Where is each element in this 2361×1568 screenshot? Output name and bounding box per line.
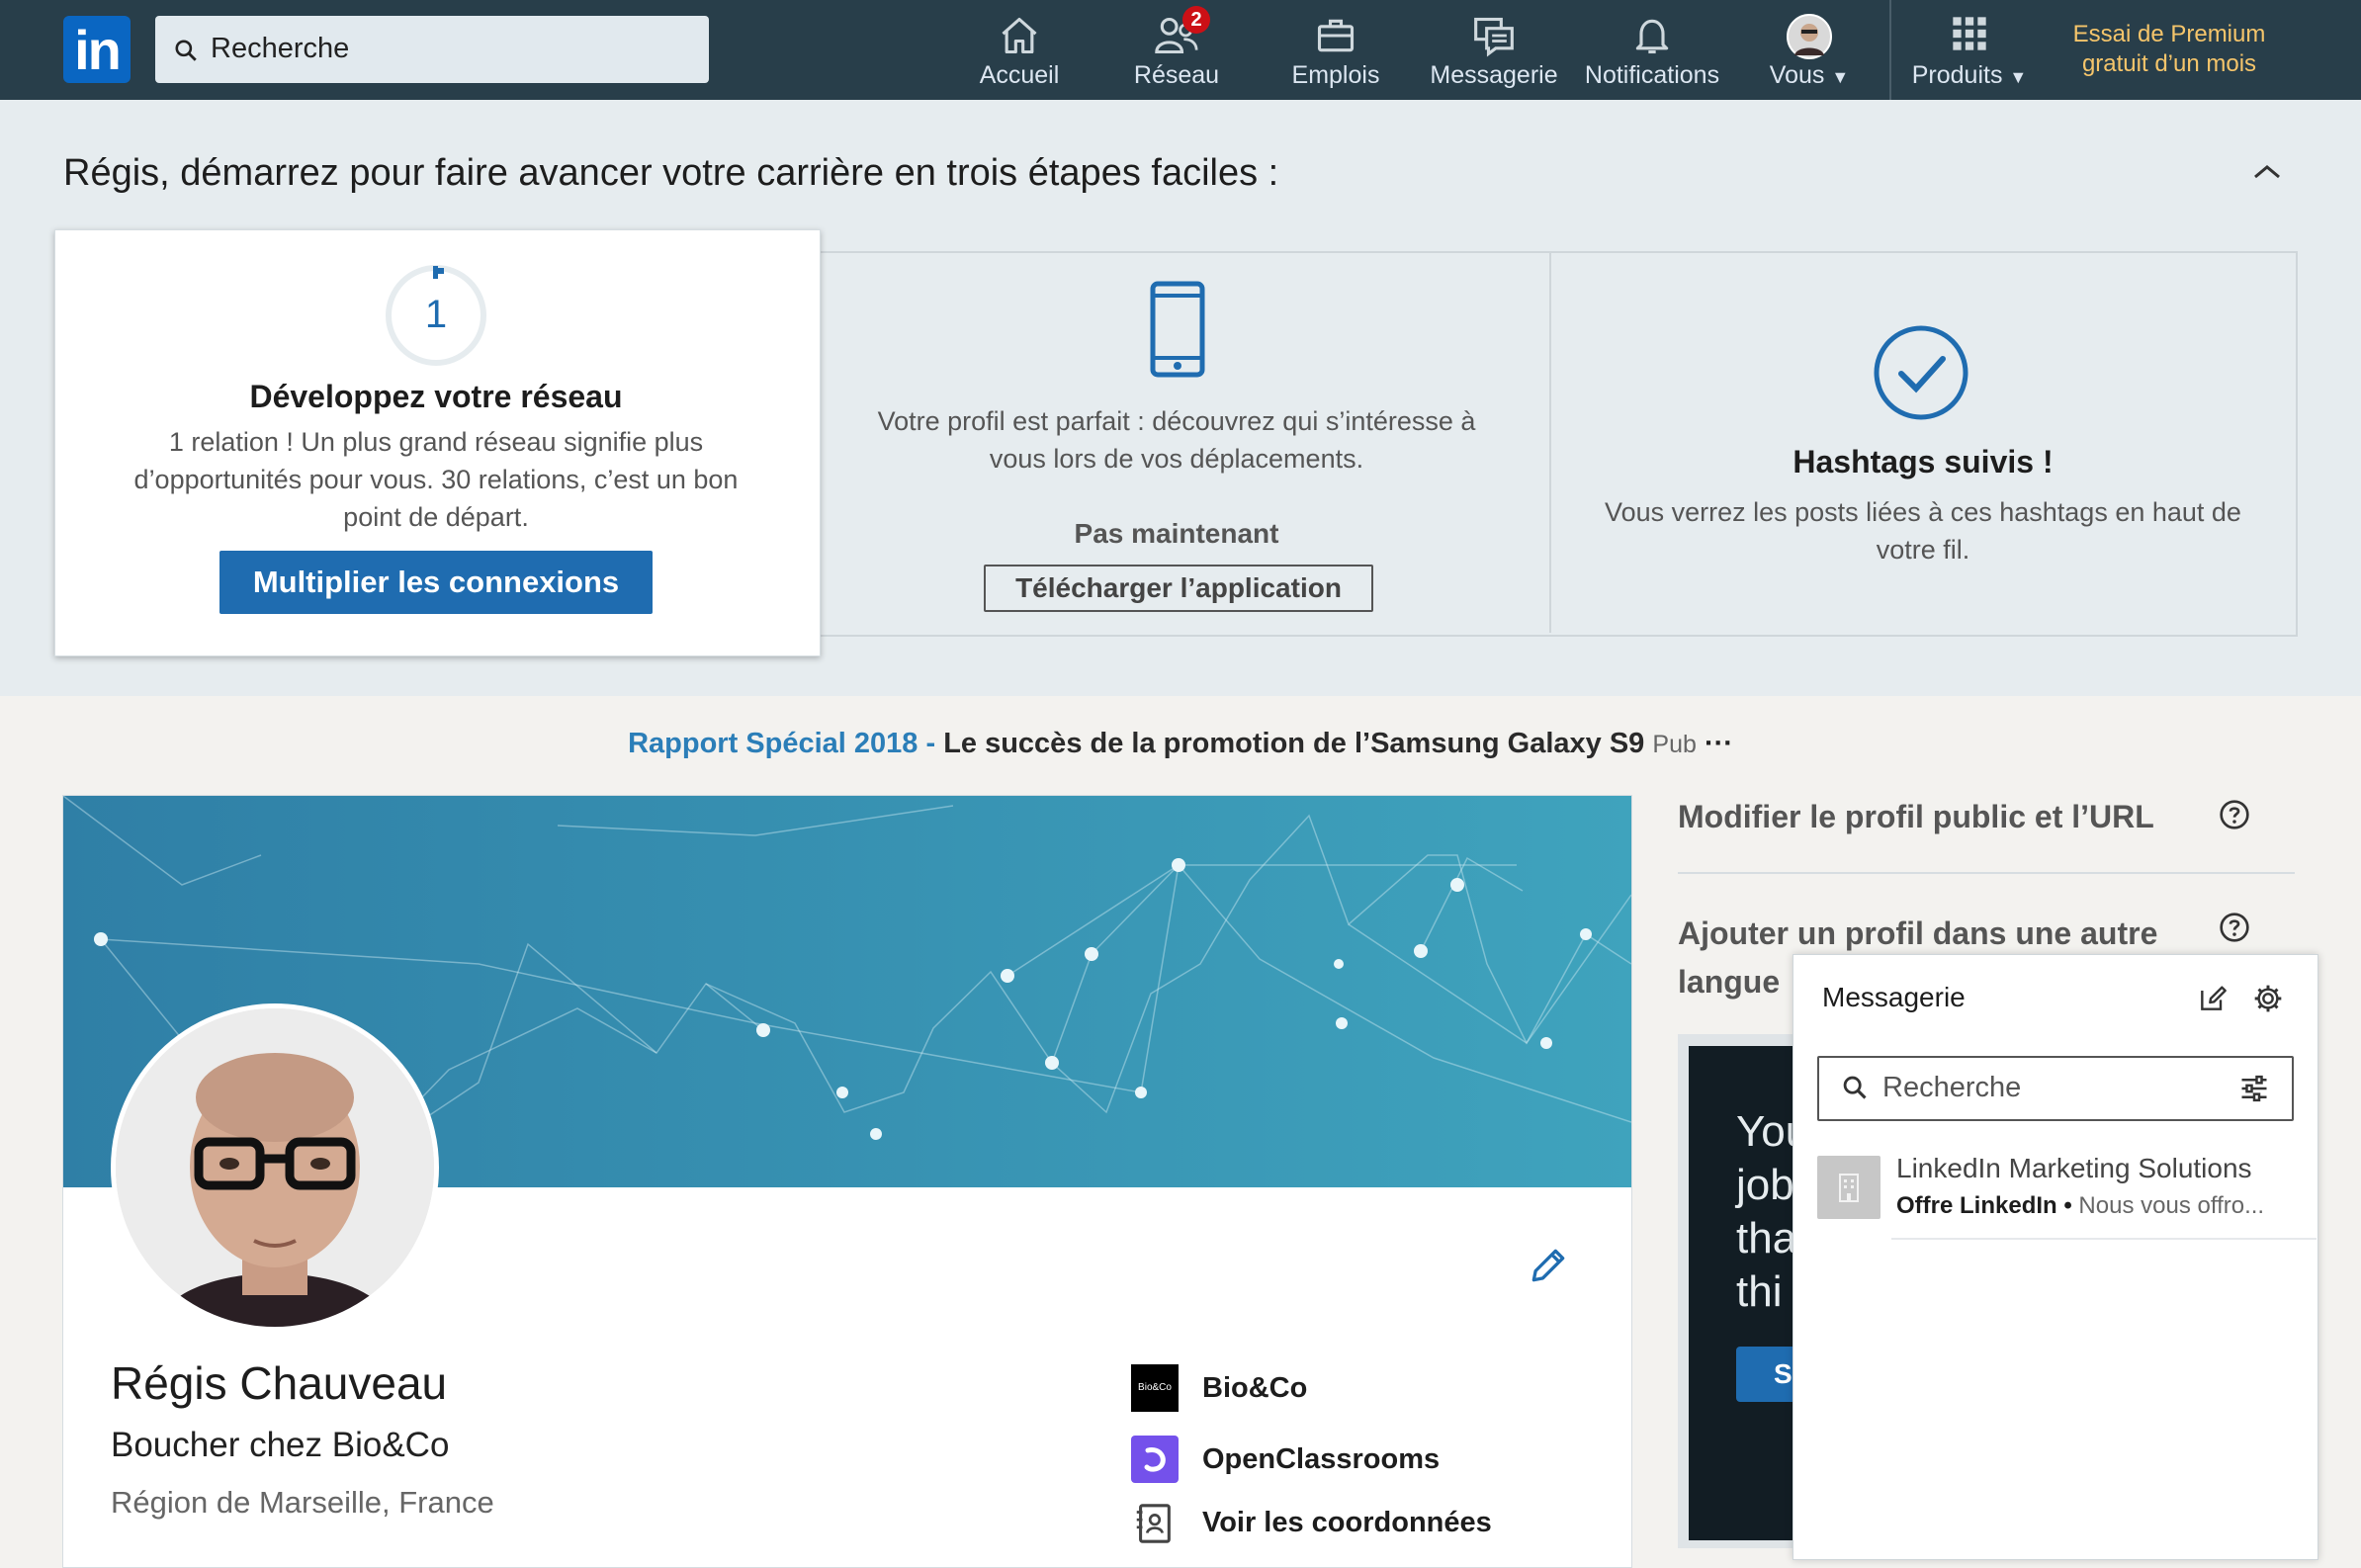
nav-item-network[interactable]: 2 Réseau (1107, 0, 1246, 100)
conversation-divider (1891, 1238, 2317, 1240)
help-icon[interactable] (2219, 799, 2250, 830)
messaging-search-placeholder: Recherche (1882, 1072, 2022, 1103)
search-placeholder: Recherche (211, 33, 350, 64)
nav-item-me[interactable]: Vous ▼ (1740, 0, 1879, 100)
linkedin-logo[interactable]: in (63, 16, 131, 83)
card-divider (1549, 251, 1551, 633)
card3-text: Vous verrez les posts liées à ces hashta… (1605, 497, 2241, 565)
ad-pub-label: Pub (1652, 731, 1697, 758)
messaging-title[interactable]: Messagerie (1822, 982, 1966, 1013)
grow-connections-button[interactable]: Multiplier les connexions (219, 551, 653, 614)
sidebar-ad[interactable]: You job tha thi S (1689, 1046, 1799, 1540)
nav-divider (1889, 0, 1891, 100)
school-link[interactable]: OpenClassrooms (1202, 1443, 1440, 1476)
card1-title: Développez votre réseau (249, 379, 623, 414)
bell-icon (1635, 19, 1669, 54)
step-number: 1 (424, 293, 448, 336)
nav-item-home[interactable]: Accueil (950, 0, 1089, 100)
nav-item-jobs[interactable]: Emplois (1267, 0, 1405, 100)
edit-public-profile-link[interactable]: Modifier le profil public et l’URL (1678, 799, 2154, 835)
help-icon[interactable] (2219, 912, 2250, 943)
ad-text: Le succès de la promotion de l’Samsung G… (943, 728, 1645, 759)
download-app-button[interactable]: Télécharger l’application (984, 565, 1373, 612)
card1-text: 1 relation ! Un plus grand réseau signif… (133, 427, 739, 532)
card3-title: Hashtags suivis ! (1793, 444, 2054, 479)
chevron-down-icon: ▼ (1831, 67, 1850, 87)
collapse-chevron-up-icon[interactable] (2252, 162, 2282, 182)
network-badge: 2 (1182, 6, 1210, 34)
conversation-preview[interactable]: Offre LinkedIn • Nous vous offro... (1896, 1192, 2264, 1220)
nav-item-products[interactable]: Produits ▼ (1895, 0, 2044, 100)
ad-more-icon[interactable]: ··· (1705, 728, 1733, 759)
sponsored-ad-line[interactable]: Rapport Spécial 2018 - Le succès de la p… (0, 728, 2361, 760)
company-logo: Bio&Co (1131, 1364, 1179, 1412)
chevron-down-icon: ▼ (2009, 67, 2028, 87)
search-input[interactable]: Recherche (155, 16, 709, 83)
openclassrooms-logo (1131, 1436, 1179, 1483)
company-building-icon (1839, 1174, 1859, 1202)
conversation-name[interactable]: LinkedIn Marketing Solutions (1896, 1153, 2252, 1184)
nav-item-notifications[interactable]: Notifications (1575, 0, 1729, 100)
profile-photo-image (116, 1008, 434, 1327)
company-link[interactable]: Bio&Co (1202, 1372, 1307, 1405)
jobs-icon (1317, 19, 1355, 52)
conversation-avatar[interactable] (1817, 1156, 1880, 1219)
conversation-snippet: Nous vous offro... (2078, 1192, 2265, 1219)
messaging-icon (1474, 17, 1514, 57)
card2-text: Votre profil est parfait : découvrez qui… (877, 406, 1476, 474)
contact-book-icon (1136, 1504, 1171, 1543)
not-now-link[interactable]: Pas maintenant (979, 518, 1374, 550)
edit-pencil-icon[interactable] (1527, 1244, 1570, 1287)
messaging-search-input[interactable]: Recherche (1817, 1056, 2294, 1121)
grid-icon (1953, 17, 1986, 50)
ad-highlight: Rapport Spécial 2018 - (628, 728, 936, 759)
ad-cta-button[interactable]: S (1736, 1347, 1799, 1402)
filter-sliders-icon[interactable] (2238, 1074, 2270, 1103)
right-rail-divider (1678, 872, 2295, 874)
home-icon (1002, 17, 1037, 54)
check-circle-icon (1874, 325, 1968, 420)
avatar (1787, 14, 1832, 59)
settings-gear-icon[interactable] (2252, 983, 2284, 1014)
conversation-sender: Offre LinkedIn • (1896, 1192, 2072, 1219)
onboarding-title: Régis, démarrez pour faire avancer votre… (63, 152, 1279, 194)
profile-location: Région de Marseille, France (111, 1485, 494, 1520)
search-icon (175, 40, 197, 61)
profile-headline: Boucher chez Bio&Co (111, 1426, 450, 1464)
compose-icon[interactable] (2197, 983, 2229, 1014)
nav-item-messaging[interactable]: Messagerie (1420, 0, 1568, 100)
contact-info-link[interactable]: Voir les coordonnées (1202, 1507, 1492, 1539)
profile-name: Régis Chauveau (111, 1357, 448, 1409)
search-icon (1843, 1076, 1867, 1099)
mobile-phone-icon (1150, 281, 1205, 378)
messaging-overlay (1793, 954, 2318, 1560)
premium-trial-link[interactable]: Essai de Premium gratuit d’un mois (2051, 20, 2288, 79)
profile-photo[interactable] (111, 1003, 439, 1332)
